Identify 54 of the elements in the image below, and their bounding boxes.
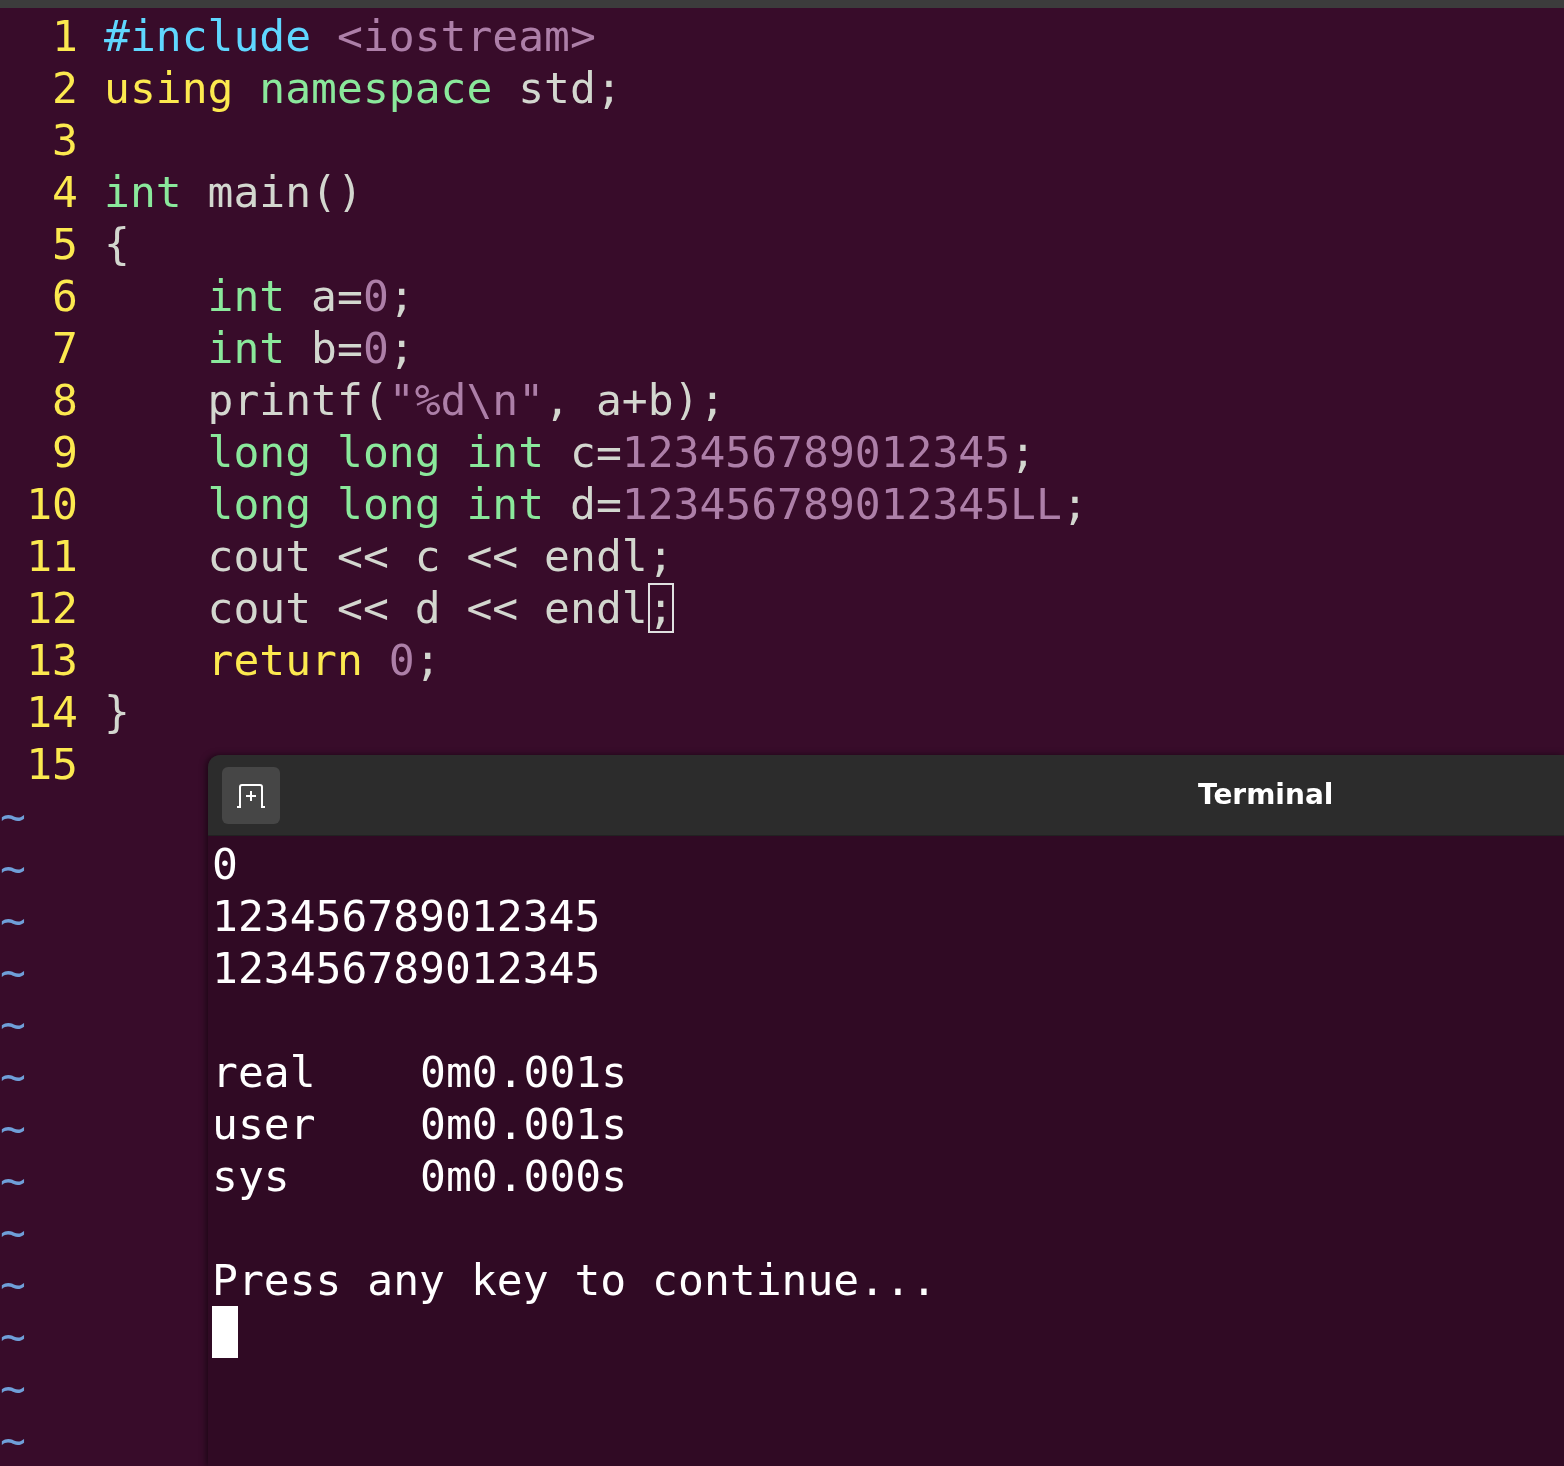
code-line: int b=0; (206, 322, 415, 374)
timing-value: 0m0.000s (420, 1150, 628, 1202)
new-tab-icon (235, 782, 267, 809)
line-number: 11 (25, 530, 78, 582)
tilde-marker: ~ (0, 1310, 26, 1362)
tilde-marker: ~ (0, 1102, 26, 1154)
tilde-marker: ~ (0, 998, 26, 1050)
new-tab-button[interactable] (222, 767, 280, 824)
code-line: #include <iostream> (104, 10, 596, 62)
line-number: 14 (25, 686, 78, 738)
output-line: 123456789012345 (212, 942, 601, 994)
tilde-marker: ~ (0, 842, 26, 894)
line-number: 7 (51, 322, 78, 374)
code-line: int main() (104, 166, 363, 218)
timing-value: 0m0.001s (420, 1098, 628, 1150)
output-line: 0 (212, 838, 238, 890)
tilde-marker: ~ (0, 1362, 26, 1414)
line-number: 8 (51, 374, 78, 426)
output-line: Press any key to continue... (212, 1254, 937, 1306)
tilde-marker: ~ (0, 894, 26, 946)
line-number: 2 (51, 62, 78, 114)
output-line: 123456789012345 (212, 890, 601, 942)
timing-value: 0m0.001s (420, 1046, 628, 1098)
tilde-marker: ~ (0, 1258, 26, 1310)
line-number: 6 (51, 270, 78, 322)
tilde-marker: ~ (0, 946, 26, 998)
tilde-marker: ~ (0, 790, 26, 842)
code-line: } (104, 686, 130, 738)
code-line: long long int c=123456789012345; (206, 426, 1036, 478)
line-number: 3 (51, 114, 78, 166)
code-line: cout << d << endl; (206, 582, 674, 634)
tilde-marker: ~ (0, 1050, 26, 1102)
line-number: 4 (51, 166, 78, 218)
code-line: using namespace std; (104, 62, 622, 114)
tilde-marker: ~ (0, 1414, 26, 1466)
line-number: 9 (51, 426, 78, 478)
code-line: int a=0; (206, 270, 415, 322)
code-line: cout << c << endl; (206, 530, 674, 582)
timing-label: user (212, 1099, 316, 1149)
line-number: 5 (51, 218, 78, 270)
line-number: 15 (25, 738, 78, 790)
line-number: 12 (25, 582, 78, 634)
timing-label: sys (212, 1151, 290, 1201)
code-line: printf("%d\n", a+b); (206, 374, 726, 426)
line-number: 10 (25, 478, 78, 530)
tilde-marker: ~ (0, 1206, 26, 1258)
window-title: Terminal (1198, 777, 1334, 813)
line-number: 13 (25, 634, 78, 686)
code-line: long long int d=123456789012345LL; (206, 478, 1088, 530)
timing-label: real (212, 1047, 316, 1097)
code-line: { (104, 218, 130, 270)
code-line: return 0; (206, 634, 441, 686)
line-number: 1 (51, 10, 78, 62)
tilde-marker: ~ (0, 1154, 26, 1206)
